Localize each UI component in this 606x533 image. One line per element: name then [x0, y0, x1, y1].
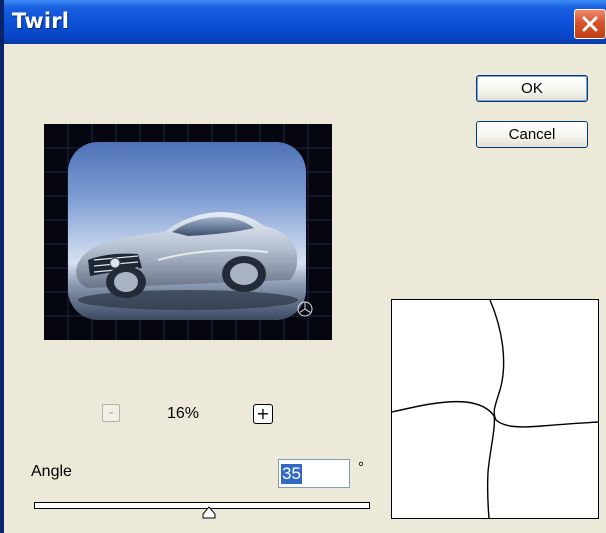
zoom-level-text: 16%: [167, 405, 200, 422]
angle-label: Angle: [31, 463, 72, 480]
degree-unit: °: [358, 459, 364, 476]
angle-input[interactable]: 35: [278, 459, 350, 488]
car-photo: [68, 142, 306, 320]
twirl-dialog: Twirl OK Cancel - 16% + Angle 35 °: [0, 0, 606, 533]
preview-image[interactable]: [44, 124, 332, 340]
cancel-button[interactable]: Cancel: [476, 121, 588, 148]
distortion-preview: [391, 299, 599, 519]
twirl-distortion-lines: [391, 299, 599, 519]
zoom-out-button[interactable]: -: [102, 404, 120, 422]
dialog-title: Twirl: [12, 9, 70, 33]
close-icon: [582, 16, 598, 32]
slider-thumb-icon[interactable]: [202, 506, 216, 519]
ok-button[interactable]: OK: [476, 75, 588, 102]
three-pointed-star-emblem-icon: [297, 301, 313, 317]
close-button[interactable]: [574, 9, 606, 39]
zoom-in-button[interactable]: +: [253, 404, 273, 424]
car-illustration: [76, 212, 298, 310]
title-bar[interactable]: Twirl: [4, 0, 606, 44]
angle-value: 35: [281, 463, 302, 484]
